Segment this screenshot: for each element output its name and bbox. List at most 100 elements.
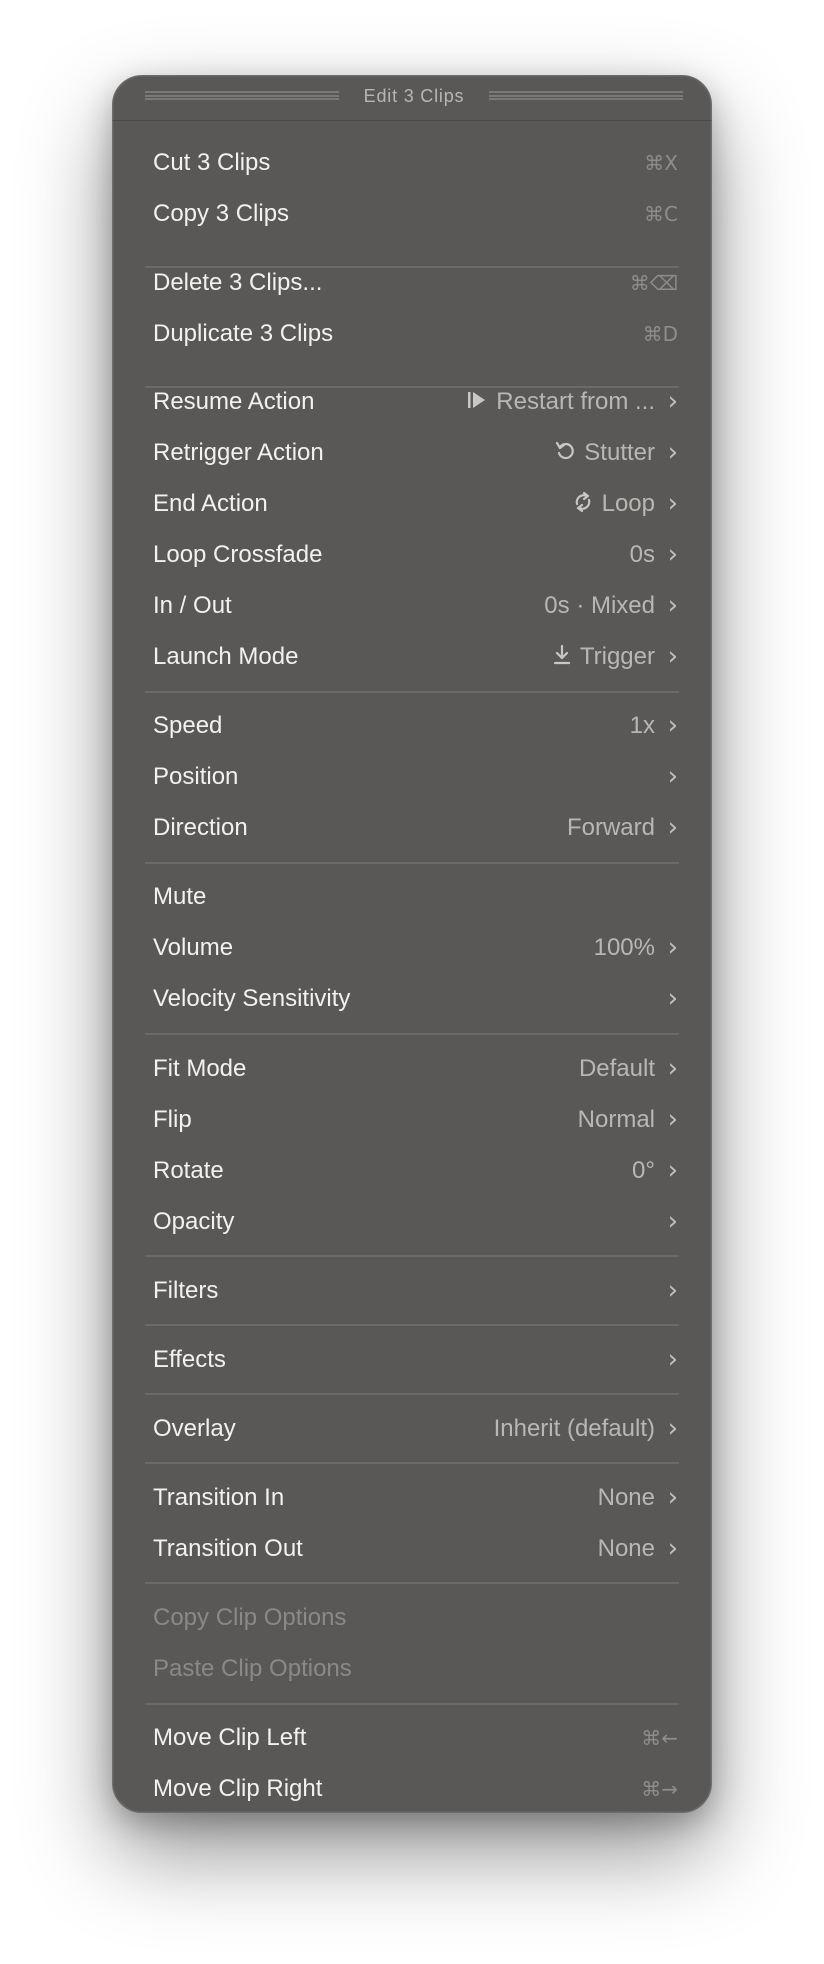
menu-item-label: Direction: [153, 813, 248, 841]
value-text: Normal: [577, 1105, 655, 1133]
menu-item-value: 0°: [632, 1157, 655, 1185]
value-text: Loop: [601, 489, 655, 517]
menu-item-in-out[interactable]: In / Out 0s · Mixed ›: [113, 580, 711, 631]
chevron-right-icon: ›: [667, 1154, 678, 1185]
menu-item-mute[interactable]: Mute: [113, 871, 711, 922]
menu-item-value: Inherit (default): [494, 1415, 655, 1443]
value-text: Restart from ...: [496, 387, 655, 415]
menu-item-label: Position: [153, 762, 239, 790]
menu-separator: [145, 1393, 679, 1395]
shortcut-label: ⌘←: [641, 1725, 678, 1750]
menu-item-rotate[interactable]: Rotate 0° ›: [113, 1145, 711, 1196]
menu-item-value: 0s: [630, 541, 655, 569]
menu-item-delete[interactable]: Delete 3 Clips... ⌘⌫: [113, 257, 711, 308]
menu-item-value: Stutter: [554, 439, 655, 467]
menu-item-label: Effects: [153, 1345, 226, 1373]
menu-item-overlay[interactable]: Overlay Inherit (default) ›: [113, 1403, 711, 1454]
chevron-right-icon: ›: [667, 1052, 678, 1083]
menu-item-label: Paste Clip Options: [153, 1654, 352, 1682]
chevron-right-icon: ›: [667, 640, 678, 671]
menu-item-value: Trigger: [552, 643, 655, 671]
menu-item-transition-in[interactable]: Transition In None ›: [113, 1472, 711, 1523]
menu-item-direction[interactable]: Direction Forward ›: [113, 802, 711, 853]
menu-item-velocity-sensitivity[interactable]: Velocity Sensitivity ›: [113, 973, 711, 1024]
loop-icon: [572, 490, 594, 518]
value-text: 0s: [629, 540, 655, 568]
menu-separator: [145, 1255, 679, 1257]
menu-item-retrigger-action[interactable]: Retrigger Action Stutter ›: [113, 427, 711, 478]
menu-item-label: Move Clip Right: [153, 1774, 323, 1802]
value-text: Default: [578, 1054, 655, 1082]
download-icon: [552, 644, 572, 670]
context-menu: Edit 3 Clips Cut 3 Clips ⌘X Copy 3 Clips…: [112, 75, 712, 1813]
menu-item-label: Copy Clip Options: [153, 1603, 347, 1631]
menu-item-label: Mute: [153, 882, 207, 910]
menu-item-position[interactable]: Position ›: [113, 751, 711, 802]
menu-separator: [145, 862, 679, 864]
menu-item-label: Speed: [153, 711, 223, 739]
shortcut-label: ⌘→: [641, 1776, 678, 1801]
value-text: Stutter: [584, 438, 655, 466]
chevron-right-icon: ›: [667, 487, 678, 518]
menu-item-label: Copy 3 Clips: [153, 199, 290, 227]
chevron-right-icon: ›: [667, 385, 678, 416]
menu-item-label: Transition Out: [153, 1534, 303, 1562]
value-text: 0s · Mixed: [544, 591, 655, 619]
menu-item-label: Overlay: [153, 1414, 236, 1442]
menu-item-value: 1x: [630, 712, 655, 740]
chevron-right-icon: ›: [667, 760, 678, 791]
menu-item-label: Opacity: [153, 1207, 235, 1235]
menu-item-value: 0s · Mixed: [544, 592, 655, 620]
menu-item-label: Fit Mode: [153, 1054, 247, 1082]
chevron-right-icon: ›: [667, 1532, 678, 1563]
menu-item-loop-crossfade[interactable]: Loop Crossfade 0s ›: [113, 529, 711, 580]
chevron-right-icon: ›: [667, 709, 678, 740]
menu-item-label: Cut 3 Clips: [153, 148, 271, 176]
value-text: Inherit (default): [493, 1414, 655, 1442]
menu-separator: [145, 1582, 679, 1584]
menu-item-launch-mode[interactable]: Launch Mode Trigger ›: [113, 631, 711, 682]
menu-item-value: Normal: [578, 1106, 655, 1134]
menu-item-label: Loop Crossfade: [153, 540, 323, 568]
menu-item-label: End Action: [153, 489, 268, 517]
menu-title: Edit 3 Clips: [363, 86, 465, 106]
menu-item-volume[interactable]: Volume 100% ›: [113, 922, 711, 973]
menu-separator: [145, 1462, 679, 1464]
menu-separator: [145, 1324, 679, 1326]
menu-item-label: Filters: [153, 1276, 219, 1304]
menu-item-opacity[interactable]: Opacity ›: [113, 1196, 711, 1247]
menu-item-move-clip-left[interactable]: Move Clip Left ⌘←: [113, 1712, 711, 1763]
menu-item-duplicate[interactable]: Duplicate 3 Clips ⌘D: [113, 308, 711, 359]
menu-item-label: Retrigger Action: [153, 438, 324, 466]
menu-item-move-clip-right[interactable]: Move Clip Right ⌘→: [113, 1763, 711, 1812]
menu-item-resume-action[interactable]: Resume Action Restart from ... ›: [113, 376, 711, 427]
chevron-right-icon: ›: [667, 982, 678, 1013]
menu-item-flip[interactable]: Flip Normal ›: [113, 1094, 711, 1145]
menu-item-label: In / Out: [153, 591, 232, 619]
menu-item-filters[interactable]: Filters ›: [113, 1265, 711, 1316]
menu-item-transition-out[interactable]: Transition Out None ›: [113, 1523, 711, 1574]
menu-item-speed[interactable]: Speed 1x ›: [113, 700, 711, 751]
chevron-right-icon: ›: [667, 1481, 678, 1512]
menu-item-cut[interactable]: Cut 3 Clips ⌘X: [113, 137, 711, 188]
chevron-right-icon: ›: [667, 1205, 678, 1236]
menu-item-paste-clip-options: Paste Clip Options: [113, 1643, 711, 1694]
value-text: 1x: [629, 711, 655, 739]
menu-item-value: 100%: [594, 934, 655, 962]
menu-item-value: None: [598, 1484, 655, 1512]
chevron-right-icon: ›: [667, 436, 678, 467]
menu-item-end-action[interactable]: End Action Loop ›: [113, 478, 711, 529]
menu-item-copy[interactable]: Copy 3 Clips ⌘C: [113, 188, 711, 239]
menu-item-label: Transition In: [153, 1483, 285, 1511]
menu-item-label: Resume Action: [153, 387, 315, 415]
menu-item-value: Forward: [567, 814, 655, 842]
shortcut-label: ⌘X: [644, 150, 678, 175]
menu-item-effects[interactable]: Effects ›: [113, 1334, 711, 1385]
chevron-right-icon: ›: [667, 811, 678, 842]
value-text: Trigger: [579, 642, 655, 670]
chevron-right-icon: ›: [667, 1343, 678, 1374]
menu-item-label: Flip: [153, 1105, 192, 1133]
value-text: None: [597, 1534, 655, 1562]
menu-item-value: Loop: [572, 490, 655, 518]
menu-item-fit-mode[interactable]: Fit Mode Default ›: [113, 1043, 711, 1094]
